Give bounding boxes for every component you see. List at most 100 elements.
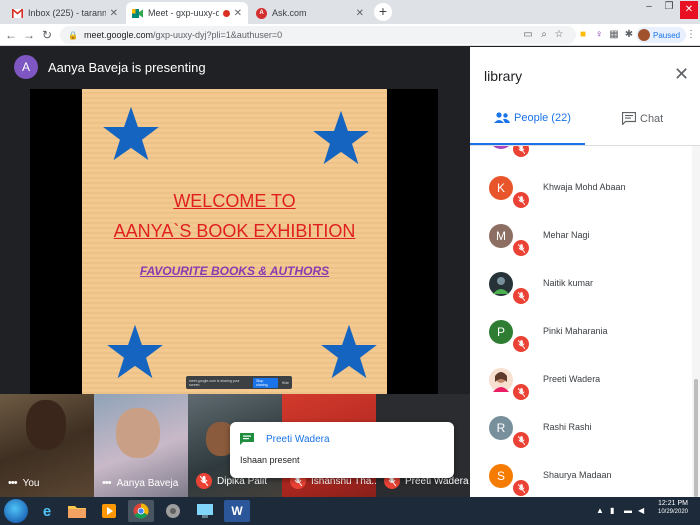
search-icon[interactable]: ⌕ xyxy=(538,29,550,41)
chrome-icon[interactable] xyxy=(128,500,154,522)
presenter-avatar: A xyxy=(14,55,38,79)
tab-people-label: People (22) xyxy=(514,112,571,124)
participant-list[interactable]: K Khwaja Mohd Abaan M Mehar Nagi Naitik … xyxy=(470,146,692,497)
tab-people[interactable]: People (22) xyxy=(494,112,571,124)
list-item[interactable]: Preeti Wadera xyxy=(470,359,692,407)
participant-name: Shaurya Madaan xyxy=(543,470,612,480)
system-clock[interactable]: 12:21 PM 10/29/2020 xyxy=(652,500,694,515)
tab-meet[interactable]: Meet - gxp-uuxy-dyj ✕ xyxy=(126,2,248,24)
participant-name: Khwaja Mohd Abaan xyxy=(543,182,626,192)
clock-time: 12:21 PM xyxy=(658,500,688,507)
profile-status: Paused xyxy=(653,30,681,40)
tab-chat[interactable]: Chat xyxy=(622,112,663,125)
scrollbar-thumb[interactable] xyxy=(694,379,698,497)
list-item[interactable]: R Rashi Rashi xyxy=(470,407,692,455)
participant-tile[interactable]: ••• Aanya Baveja xyxy=(94,394,188,497)
participant-name: Mehar Nagi xyxy=(543,230,590,240)
minimize-icon[interactable]: – xyxy=(640,1,658,12)
tab-title: Ask.com xyxy=(272,8,307,18)
bookmark-star-icon[interactable]: ☆ xyxy=(553,29,565,41)
media-player-icon[interactable] xyxy=(96,500,122,522)
close-tab-icon[interactable]: ✕ xyxy=(110,8,118,19)
tab-title: Meet - gxp-uuxy-dyj xyxy=(148,8,219,18)
participant-name: Pinki Maharania xyxy=(543,326,608,336)
slide-title-line1: WELCOME TO xyxy=(173,191,296,211)
photo-avatar-icon xyxy=(493,372,509,392)
address-bar[interactable]: 🔒 meet.google.com /gxp-uuxy-dyj?pli=1&au… xyxy=(60,26,576,44)
star-icon xyxy=(313,110,369,165)
close-tab-icon[interactable]: ✕ xyxy=(234,8,242,19)
app-icon[interactable] xyxy=(192,500,218,522)
list-item[interactable]: Naitik kumar xyxy=(470,263,692,311)
star-icon xyxy=(103,106,159,161)
hide-button[interactable]: Hide xyxy=(282,381,289,385)
recording-icon xyxy=(222,9,230,17)
participant-list-scrollbar[interactable] xyxy=(692,146,700,497)
people-icon xyxy=(494,112,510,123)
tab-ask[interactable]: A Ask.com ✕ xyxy=(250,2,370,24)
maximize-icon[interactable]: ❐ xyxy=(660,1,678,12)
reload-icon[interactable]: ↻ xyxy=(38,28,56,42)
presentation-slide: WELCOME TO AANYA`S BOOK EXHIBITION FAVOU… xyxy=(82,89,387,394)
tray-arrow-icon[interactable]: ▲ xyxy=(596,506,604,515)
profile-button[interactable]: Paused xyxy=(636,27,687,43)
participant-name: Rashi Rashi xyxy=(543,422,592,432)
close-window-icon[interactable]: ✕ xyxy=(680,1,698,19)
list-item[interactable]: S Shaurya Madaan xyxy=(470,455,692,497)
extension-icon[interactable]: ♀ xyxy=(593,29,605,41)
menu-icon[interactable]: ⋮ xyxy=(685,29,697,41)
list-item[interactable]: M Mehar Nagi xyxy=(470,215,692,263)
tab-gmail[interactable]: Inbox (225) - tarannum@theindi ✕ xyxy=(6,2,124,24)
presentation-frame[interactable]: WELCOME TO AANYA`S BOOK EXHIBITION FAVOU… xyxy=(30,89,438,394)
list-item[interactable]: P Pinki Maharania xyxy=(470,311,692,359)
screen-share-notice: meet.google.com is sharing your screen. … xyxy=(186,376,292,389)
tile-label: ••• You xyxy=(8,477,39,489)
stop-sharing-button[interactable]: Stop sharing xyxy=(253,377,278,388)
participant-avatar: R xyxy=(489,416,513,440)
mic-off-icon xyxy=(513,432,529,448)
chat-bubble-icon xyxy=(240,433,254,445)
participant-avatar xyxy=(489,272,513,296)
chat-notification[interactable]: Preeti Wadera Ishaan present xyxy=(230,422,454,478)
presenter-label: Aanya Baveja is presenting xyxy=(48,59,206,75)
participant-avatar xyxy=(489,368,513,392)
new-tab-button[interactable]: + xyxy=(374,3,392,21)
word-icon[interactable]: W xyxy=(224,500,250,522)
extension-icon[interactable]: ■ xyxy=(577,29,589,41)
presenter-bar: A Aanya Baveja is presenting xyxy=(14,55,206,79)
list-item[interactable] xyxy=(470,146,692,164)
volume-icon[interactable]: ◀ xyxy=(638,506,644,515)
mic-off-icon xyxy=(513,240,529,256)
network-icon[interactable]: ▮ xyxy=(610,506,614,515)
speaking-indicator-icon: ••• xyxy=(8,477,18,489)
app-icon[interactable] xyxy=(160,500,186,522)
start-button[interactable] xyxy=(4,499,28,523)
list-item[interactable]: K Khwaja Mohd Abaan xyxy=(470,167,692,215)
battery-icon[interactable]: ▬ xyxy=(624,506,632,515)
close-tab-icon[interactable]: ✕ xyxy=(356,8,364,19)
extension-icon[interactable]: ▦ xyxy=(608,29,620,41)
participant-avatar: K xyxy=(489,176,513,200)
internet-explorer-icon[interactable]: e xyxy=(34,500,60,522)
url-path: /gxp-uuxy-dyj?pli=1&authuser=0 xyxy=(153,30,283,40)
mic-off-icon xyxy=(513,384,529,400)
camera-icon[interactable]: ▭ xyxy=(522,29,534,41)
extensions-puzzle-icon[interactable]: ✱ xyxy=(623,29,635,41)
browser-toolbar: ← → ↻ 🔒 meet.google.com /gxp-uuxy-dyj?pl… xyxy=(0,24,700,46)
back-icon[interactable]: ← xyxy=(2,28,20,42)
browser-tab-bar: Inbox (225) - tarannum@theindi ✕ Meet - … xyxy=(0,0,700,24)
slide-subtitle: FAVOURITE BOOKS & AUTHORS xyxy=(139,264,330,278)
mic-off-icon xyxy=(513,288,529,304)
file-explorer-icon[interactable] xyxy=(64,500,90,522)
forward-icon[interactable]: → xyxy=(20,28,38,42)
mic-off-icon xyxy=(513,192,529,208)
participant-tile[interactable]: ••• You xyxy=(0,394,94,497)
slide-title-line2: AANYA`S BOOK EXHIBITION xyxy=(113,221,356,241)
participant-name: Naitik kumar xyxy=(543,278,594,288)
share-notice-text: meet.google.com is sharing your screen. xyxy=(189,378,240,387)
side-panel: library ✕ People (22) Chat K Khwaja Mohd… xyxy=(470,47,700,497)
clock-date: 10/29/2020 xyxy=(657,509,689,515)
profile-avatar xyxy=(638,29,650,41)
close-panel-icon[interactable]: ✕ xyxy=(674,65,689,83)
windows-taskbar: e W ▲ ▮ ▬ ◀ 12:21 PM 10/29/2020 xyxy=(0,497,700,525)
